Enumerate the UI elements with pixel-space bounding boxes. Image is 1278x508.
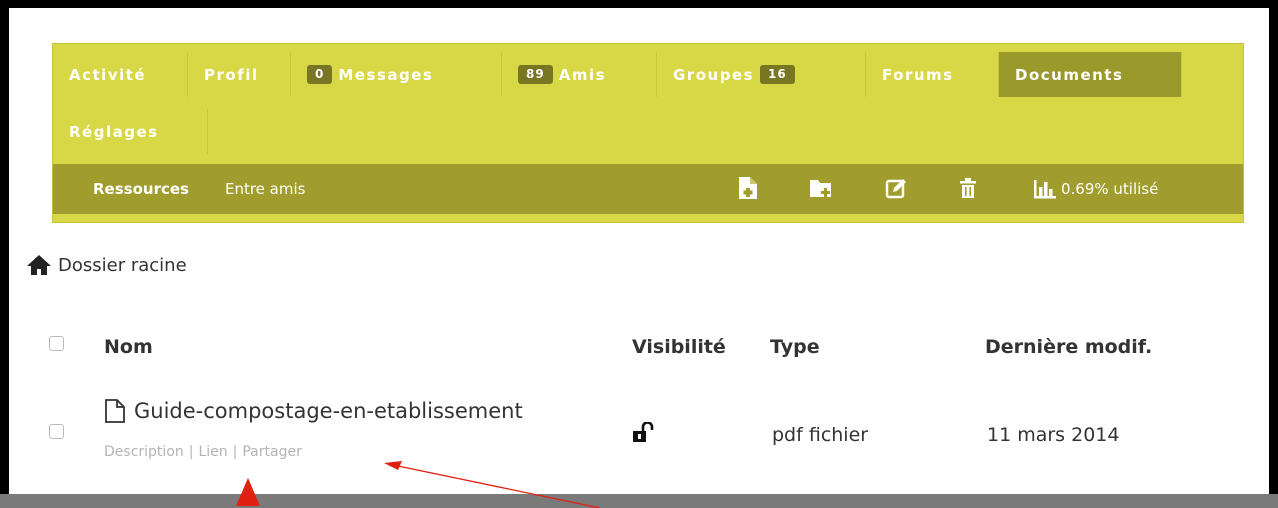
select-all-checkbox[interactable] (49, 336, 64, 351)
friends-count-badge: 89 (518, 65, 553, 84)
tab-row-2: Réglages (53, 109, 208, 154)
column-header-name[interactable]: Nom (104, 336, 153, 358)
subnav-ressources[interactable]: Ressources (93, 180, 189, 198)
breadcrumb[interactable]: Dossier racine (26, 254, 187, 276)
new-file-icon[interactable] (737, 176, 759, 200)
tab-groupes[interactable]: Groupes 16 (657, 52, 866, 97)
tab-label: Forums (882, 65, 954, 84)
new-folder-icon[interactable] (809, 176, 835, 200)
tab-activite[interactable]: Activité (53, 52, 188, 97)
tab-forums[interactable]: Forums (866, 52, 999, 97)
column-header-modified[interactable]: Dernière modif. (985, 336, 1152, 358)
tab-documents[interactable]: Documents (999, 52, 1182, 97)
tab-label: Activité (69, 65, 147, 84)
partager-link[interactable]: Partager (242, 444, 301, 460)
file-modified-date: 11 mars 2014 (987, 424, 1120, 446)
file-actions: Description | Lien | Partager (104, 444, 302, 460)
description-link[interactable]: Description (104, 444, 184, 460)
row-checkbox[interactable] (49, 424, 64, 439)
file-type: pdf fichier (772, 424, 869, 446)
groups-count-badge: 16 (760, 65, 795, 84)
lien-link[interactable]: Lien (198, 444, 227, 460)
file-name-link[interactable]: Guide-compostage-en-etablissement (104, 398, 523, 424)
tab-label: Amis (558, 65, 607, 84)
trash-icon[interactable] (957, 176, 979, 200)
bottom-strip (0, 494, 1278, 508)
storage-usage: 0.69% utilisé (1033, 164, 1158, 214)
home-icon (27, 255, 51, 275)
tab-label: Profil (204, 65, 259, 84)
tab-label: Messages (338, 65, 434, 84)
tab-label: Réglages (69, 122, 159, 141)
file-icon (105, 399, 125, 423)
breadcrumb-label: Dossier racine (58, 254, 187, 276)
edit-icon[interactable] (885, 176, 907, 200)
usage-text: 0.69% utilisé (1061, 180, 1159, 198)
messages-count-badge: 0 (307, 65, 333, 84)
tab-label: Groupes (673, 65, 755, 84)
tab-messages[interactable]: 0 Messages (291, 52, 502, 97)
documents-subnav: Ressources Entre amis 0.69% utilisé (53, 164, 1243, 214)
tab-reglages[interactable]: Réglages (53, 109, 208, 154)
chart-icon (1034, 180, 1056, 199)
column-header-visibility[interactable]: Visibilité (632, 336, 726, 358)
tab-profil[interactable]: Profil (188, 52, 291, 97)
tab-row-1: Activité Profil 0 Messages 89 Amis Groupes… (53, 52, 1182, 97)
subnav-entre-amis[interactable]: Entre amis (225, 180, 306, 198)
profile-tabs-panel: Activité Profil 0 Messages 89 Amis Groupes… (52, 43, 1244, 223)
column-header-type[interactable]: Type (770, 336, 820, 358)
tab-label: Documents (1015, 65, 1124, 84)
tab-amis[interactable]: 89 Amis (502, 52, 657, 97)
unlocked-icon (633, 422, 654, 442)
file-name: Guide-compostage-en-etablissement (134, 399, 523, 423)
